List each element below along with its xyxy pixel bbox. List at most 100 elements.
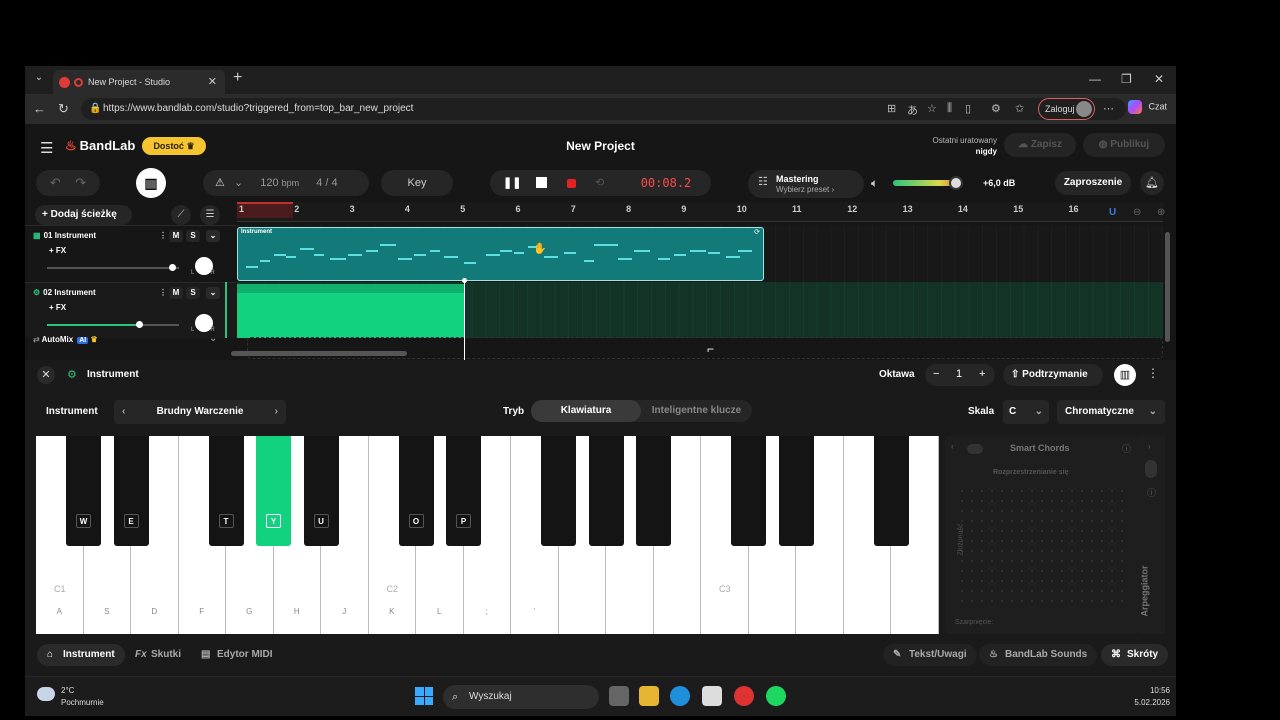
track-lane-1[interactable]: Instrument ⟳ <box>237 225 1163 281</box>
spotify-icon[interactable] <box>766 686 786 706</box>
bell-icon[interactable]: 🔔︎ <box>1140 171 1164 195</box>
task-view-icon[interactable] <box>609 686 629 706</box>
split-screen-icon[interactable]: ▯ <box>965 102 971 115</box>
app-available-icon[interactable]: ⊞ <box>887 102 896 115</box>
close-panel-icon[interactable]: ✕ <box>37 366 55 384</box>
horizontal-scrollbar[interactable] <box>231 351 407 356</box>
minimize-icon[interactable]: — <box>1089 72 1101 86</box>
black-key[interactable] <box>636 436 671 546</box>
piano-keyboard[interactable]: C1 A S D F G H J C2 K L; ' C3 W E T Y U O P <box>36 436 939 634</box>
black-key[interactable]: W <box>66 436 101 546</box>
track-volume-slider[interactable] <box>47 321 179 328</box>
volume-thumb[interactable] <box>136 321 144 328</box>
arp-info-icon[interactable]: ⓘ <box>1147 486 1156 499</box>
mute-button[interactable]: M <box>169 230 183 242</box>
tab-menu-icon[interactable]: ⌄ <box>31 72 47 88</box>
add-fx-button[interactable]: + FX <box>49 246 66 255</box>
chord-pad-grid[interactable] <box>957 486 1127 606</box>
publish-button[interactable]: ◍ Publikuj <box>1083 133 1165 157</box>
timeline-ruler[interactable]: 1 2 3 4 5 6 7 8 9 10 11 12 13 14 15 16 U ⊖ ⊕ <box>237 202 1165 222</box>
loop-region[interactable] <box>237 202 293 218</box>
weather-widget[interactable]: 2°C Pochmurnie <box>37 685 104 709</box>
black-key[interactable] <box>731 436 766 546</box>
tab-instrument[interactable]: ⌂ Instrument <box>37 644 125 666</box>
tab-text-notes[interactable]: ✎ Tekst/Uwagi <box>883 644 977 666</box>
tab-bandlab-sounds[interactable]: ♨ BandLab Sounds <box>979 644 1098 666</box>
extensions-icon[interactable]: ⚙ <box>991 102 1001 115</box>
track-lane-2[interactable] <box>237 282 1163 338</box>
smart-chords-toggle[interactable] <box>967 444 983 454</box>
save-button[interactable]: ☁ Zapisz <box>1004 133 1076 157</box>
more-options-icon[interactable]: ⋮ <box>1147 366 1159 380</box>
more-options-icon[interactable]: ⋯ <box>1103 102 1114 115</box>
mute-button[interactable]: M <box>169 287 183 299</box>
track-options-icon[interactable]: ⋮ <box>156 230 170 242</box>
app-icon[interactable] <box>734 686 754 706</box>
piano-mode-icon[interactable]: ▥ <box>1114 364 1136 386</box>
speaker-icon[interactable]: 🔈︎ <box>871 176 878 191</box>
redo-icon[interactable]: ↷ <box>75 175 86 190</box>
browser-tab[interactable]: New Project - Studio ✕ <box>53 70 225 94</box>
track-volume-slider[interactable] <box>47 264 179 271</box>
favorites-list-icon[interactable]: ✩ <box>1015 102 1024 115</box>
octave-plus-button[interactable]: + <box>979 368 985 380</box>
taskbar-search[interactable]: ⌕ Wyszukaj <box>443 685 599 709</box>
smart-prev-icon[interactable]: ‹ <box>951 442 954 451</box>
magnet-icon[interactable]: U <box>1109 207 1116 218</box>
stop-icon[interactable] <box>536 177 547 188</box>
track-row-1[interactable]: ▦ 01 Instrument + FX ⋮ M S ⌄ LR <box>25 225 236 281</box>
midi-clip[interactable]: Instrument ⟳ <box>237 227 764 281</box>
reload-icon[interactable]: ↻ <box>58 101 69 117</box>
tab-midi-editor[interactable]: ▤ Edytor MIDI <box>191 644 283 666</box>
file-explorer-icon[interactable] <box>639 686 659 706</box>
keyboard-view-button[interactable]: ▥ <box>136 168 166 198</box>
arpeggiator-panel[interactable]: › ⓘ Arpeggiator <box>1139 436 1165 634</box>
windows-start-icon[interactable] <box>415 687 433 705</box>
black-key[interactable]: O <box>398 436 434 546</box>
tab-shortcuts[interactable]: ⌘ Skróty <box>1101 644 1169 666</box>
bpm-value[interactable]: 120 <box>260 177 278 189</box>
black-key[interactable] <box>778 436 814 546</box>
favorite-icon[interactable]: ☆ <box>927 102 937 115</box>
metronome-dropdown-icon[interactable]: ⌄ <box>234 177 243 189</box>
master-volume-slider[interactable] <box>893 176 963 190</box>
read-aloud-icon[interactable]: ⫼ <box>947 102 952 115</box>
new-tab-icon[interactable]: + <box>233 69 242 87</box>
expand-track-icon[interactable]: ⌄ <box>206 230 220 242</box>
translate-icon[interactable]: あ <box>907 102 918 118</box>
back-icon[interactable]: ← <box>33 101 46 116</box>
track-options-icon[interactable]: ⋮ <box>156 287 170 299</box>
key-button[interactable]: Key <box>381 170 453 196</box>
track-settings-icon[interactable]: ☰ <box>200 205 220 225</box>
tab-effects[interactable]: Fx Skutki <box>125 644 191 666</box>
pan-knob[interactable]: LR <box>191 257 215 276</box>
volume-knob[interactable] <box>949 176 963 190</box>
expand-track-icon[interactable]: ⌄ <box>206 287 220 299</box>
black-key[interactable] <box>588 436 624 546</box>
black-key[interactable]: Y <box>256 436 291 546</box>
scale-type-select[interactable]: Chromatyczne ⌄ <box>1057 400 1165 424</box>
vertical-scrollbar[interactable] <box>1165 232 1170 342</box>
scale-key-select[interactable]: C ⌄ <box>1003 400 1049 424</box>
automix-row[interactable]: ⇄ AutoMix AI ♛ <box>33 335 98 344</box>
zoom-out-icon[interactable]: ⊖ <box>1133 207 1141 218</box>
edge-icon[interactable] <box>670 686 690 706</box>
black-key[interactable]: U <box>303 436 339 546</box>
mastering-button[interactable]: ☷ Mastering Wybierz preset › <box>748 170 864 198</box>
undo-icon[interactable]: ↶ <box>50 175 61 190</box>
loop-icon[interactable]: ⟲ <box>595 170 604 196</box>
loop-clip-icon[interactable]: ⟳ <box>754 228 760 236</box>
black-key[interactable]: P <box>446 436 481 546</box>
arp-next-icon[interactable]: › <box>1148 442 1151 451</box>
arp-toggle[interactable] <box>1145 460 1157 478</box>
metronome-icon[interactable]: ⚠ <box>215 177 225 189</box>
invite-button[interactable]: Zaproszenie <box>1055 171 1131 195</box>
instrument-name[interactable]: Brudny Warczenie <box>114 400 286 424</box>
close-tab-icon[interactable]: ✕ <box>208 75 217 88</box>
automix-expand-icon[interactable]: ⌄ <box>209 333 217 344</box>
time-signature[interactable]: 4 / 4 <box>316 177 337 189</box>
black-key[interactable]: T <box>208 436 244 546</box>
black-key[interactable] <box>873 436 909 546</box>
recording-clip[interactable] <box>237 284 464 338</box>
info-icon[interactable]: ⓘ <box>1122 442 1131 455</box>
